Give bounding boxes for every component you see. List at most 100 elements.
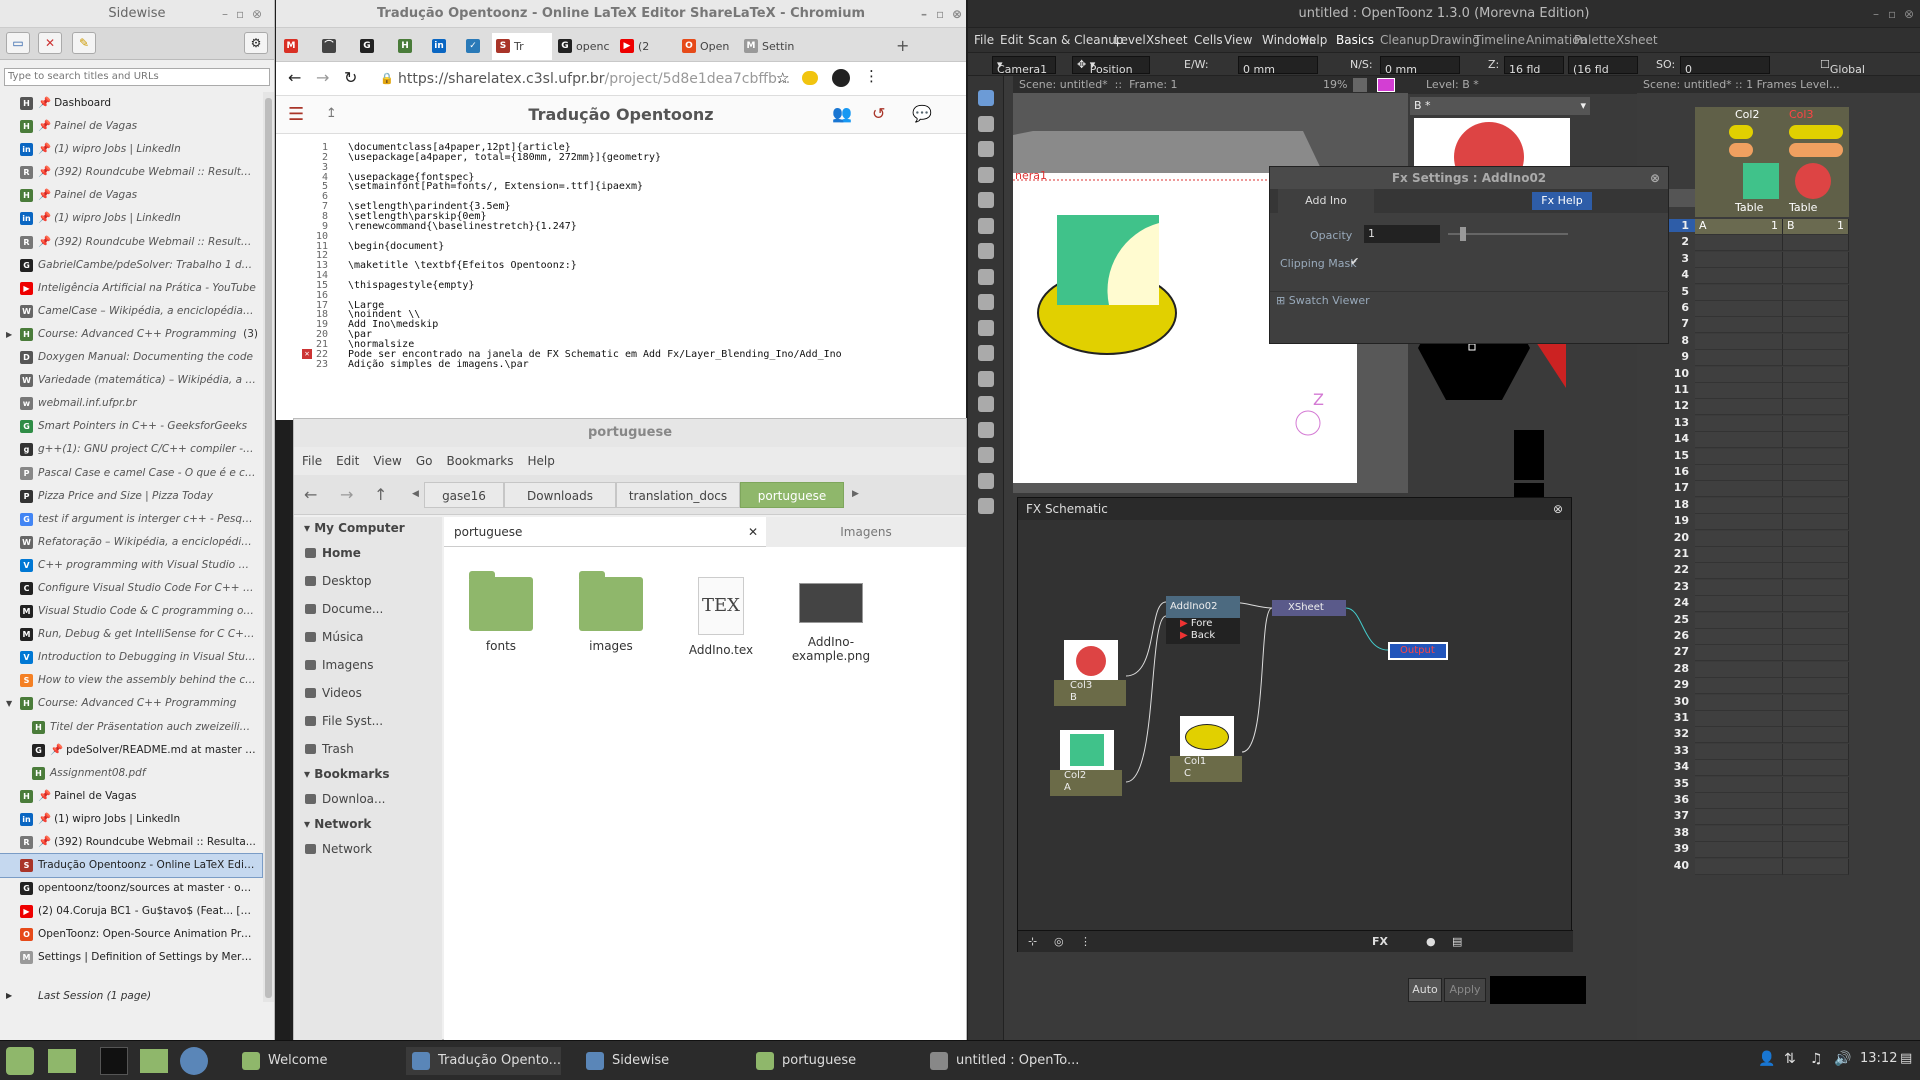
xsheet-cell[interactable] <box>1695 661 1783 678</box>
maximize-icon[interactable]: ▫ <box>1888 0 1896 28</box>
code-editor[interactable]: 1 \documentclass[a4paper,12pt]{article} 2 \… <box>276 140 956 420</box>
menu-item[interactable]: File <box>302 454 322 468</box>
browser-tab[interactable]: ▶ (2 <box>616 33 676 60</box>
tab-tree-item[interactable]: V C++ programming with Visual Studio Code <box>0 554 262 577</box>
xsheet-cell[interactable] <box>1783 629 1849 645</box>
xsheet-cell[interactable] <box>1783 563 1849 580</box>
back-icon[interactable]: ← <box>304 485 317 504</box>
tab-tree-item[interactable]: ▶ (2) 04.Coruja BC1 - Gu$tavo$ (Feat... [… <box>0 900 262 923</box>
user-icon[interactable]: 👤 <box>1758 1051 1775 1067</box>
xsheet-cell[interactable] <box>1783 251 1849 268</box>
frame-number[interactable]: 36 <box>1637 793 1695 806</box>
menu-item[interactable]: Timeline <box>1474 33 1525 47</box>
tab-tree-item[interactable]: Gopentoonz/toonz/sources at master · ope… <box>0 877 262 900</box>
pump-tool-icon[interactable] <box>978 396 994 412</box>
xsheet-cell[interactable] <box>1695 465 1783 481</box>
tab-portuguese[interactable]: portuguese ✕ <box>444 517 766 547</box>
z-fld-field[interactable]: (16 fld <box>1568 56 1638 76</box>
tab-tree-item[interactable]: V Introduction to Debugging in Visual Stu… <box>0 646 262 669</box>
share-icon[interactable]: 👥 <box>832 104 852 123</box>
frame-number[interactable]: 31 <box>1637 711 1695 724</box>
browser-tab[interactable]: M <box>280 33 316 60</box>
xsheet-cell[interactable] <box>1783 301 1849 317</box>
menu-item[interactable]: View <box>373 454 401 468</box>
xsheet-cell[interactable] <box>1783 514 1849 531</box>
close-icon[interactable]: ⊗ <box>1904 0 1914 28</box>
frame-number[interactable]: 24 <box>1637 596 1695 609</box>
geometric-tool-icon[interactable] <box>978 166 994 183</box>
fit-icon[interactable]: ⊹ <box>1028 931 1037 953</box>
tab-imagens[interactable]: Imagens <box>766 517 966 547</box>
xsheet-cell[interactable] <box>1695 793 1783 809</box>
eye-icon[interactable] <box>1729 125 1753 139</box>
frame-number[interactable]: 20 <box>1637 531 1695 544</box>
xsheet-cell[interactable] <box>1783 497 1849 514</box>
frame-number[interactable]: 13 <box>1637 416 1695 429</box>
xsheet-cell[interactable] <box>1783 661 1849 678</box>
audio-icon[interactable]: ♫ <box>1810 1051 1823 1067</box>
frame-number[interactable]: 17 <box>1637 481 1695 494</box>
frame-number[interactable]: 30 <box>1637 695 1695 708</box>
minimize-icon[interactable]: – <box>921 0 927 28</box>
xsheet-cell[interactable] <box>1783 415 1849 432</box>
global-key-checkbox[interactable]: ☐ Global Key <box>1820 58 1865 89</box>
paint-brush-tool-icon[interactable] <box>978 217 994 234</box>
xsheet-cell[interactable] <box>1695 317 1783 334</box>
menu-item[interactable]: Go <box>416 454 433 468</box>
xsheet-cell[interactable] <box>1695 776 1783 793</box>
crumb-downloads[interactable]: Downloads <box>504 482 616 508</box>
browser-tab[interactable]: O Open <box>678 33 738 60</box>
xsheet-cell[interactable] <box>1695 268 1783 285</box>
xsheet-cell[interactable] <box>1783 825 1849 842</box>
frame-number[interactable]: 39 <box>1637 842 1695 855</box>
tab-tree-item[interactable]: P Pizza Price and Size | Pizza Today <box>0 485 262 508</box>
xsheet-cell[interactable] <box>1783 645 1849 662</box>
xsheet-cell[interactable] <box>1695 481 1783 498</box>
xsheet-cell[interactable] <box>1695 645 1783 662</box>
chevron-right-icon[interactable]: ▶ <box>852 489 859 499</box>
menu-item[interactable]: Xsheet <box>1616 33 1658 47</box>
fill-tool-icon[interactable] <box>978 192 994 208</box>
sidebar-heading-my-computer[interactable]: ▾ My Computer <box>294 517 442 539</box>
xsheet-cell[interactable] <box>1695 612 1783 629</box>
menu-item[interactable]: Cells <box>1194 33 1223 47</box>
xsheet-cell[interactable] <box>1695 579 1783 596</box>
frame-number[interactable]: 9 <box>1637 350 1695 363</box>
xsheet-cell[interactable] <box>1695 596 1783 613</box>
node-col3[interactable]: Col3 B <box>1054 680 1126 706</box>
eye-icon[interactable] <box>1789 125 1843 139</box>
xsheet-cell[interactable] <box>1695 727 1783 744</box>
xsheet-cell[interactable] <box>1695 825 1783 842</box>
animate-tool-icon[interactable] <box>978 90 994 106</box>
xsheet-cell[interactable] <box>1695 809 1783 826</box>
extension-icon[interactable] <box>802 71 818 85</box>
tab-tree-item[interactable]: G Smart Pointers in C++ - GeeksforGeeks <box>0 415 262 438</box>
notifications-icon[interactable]: ▤ <box>1900 1051 1912 1066</box>
tab-tree-item[interactable]: S Tradução Opentoonz - Online LaTeX Edito… <box>0 853 263 879</box>
new-tab-icon[interactable]: + <box>896 36 909 55</box>
settings-icon[interactable]: ⚙ <box>244 32 268 54</box>
brush-tool-icon[interactable] <box>978 141 994 157</box>
xsheet[interactable]: Col2 Table Col3 Table 1 A 1 B 1 2 3 4 5 6 7 8 9 10 11 1… <box>1637 93 1920 1040</box>
focus-icon[interactable]: ◎ <box>1054 931 1064 953</box>
eraser-tool-icon[interactable] <box>978 243 994 259</box>
xsheet-cell[interactable] <box>1783 547 1849 563</box>
menu-item[interactable]: File <box>974 33 994 47</box>
tab-tree-item[interactable]: S How to view the assembly behind the cod… <box>0 669 262 692</box>
tab-tree-item[interactable]: ▼ H Course: Advanced C++ Programming <box>0 692 262 715</box>
xsheet-cell[interactable] <box>1695 514 1783 531</box>
tab-tree-item[interactable]: in 📌 (1) wipro Jobs | LinkedIn <box>0 207 262 230</box>
frame-number[interactable]: 40 <box>1637 859 1695 872</box>
apply-button[interactable]: Apply <box>1444 978 1486 1002</box>
close-icon[interactable]: ⊗ <box>1650 167 1660 189</box>
style-picker-icon[interactable] <box>978 294 994 310</box>
code-line[interactable]: \setmainfont[Path=fonts/, Extension=.ttf… <box>348 181 643 192</box>
frame-number[interactable]: 21 <box>1637 547 1695 560</box>
frame-number[interactable]: 33 <box>1637 744 1695 757</box>
xsheet-cell[interactable] <box>1783 809 1849 826</box>
auto-button[interactable]: Auto <box>1408 978 1442 1002</box>
swatch-viewer-toggle[interactable]: ⊞ Swatch Viewer <box>1270 291 1670 309</box>
tab-tree-item[interactable]: R 📌 (392) Roundcube Webmail :: Resulta... <box>0 831 262 854</box>
xsheet-cell[interactable] <box>1695 399 1783 416</box>
back-icon[interactable]: ← <box>288 68 301 87</box>
